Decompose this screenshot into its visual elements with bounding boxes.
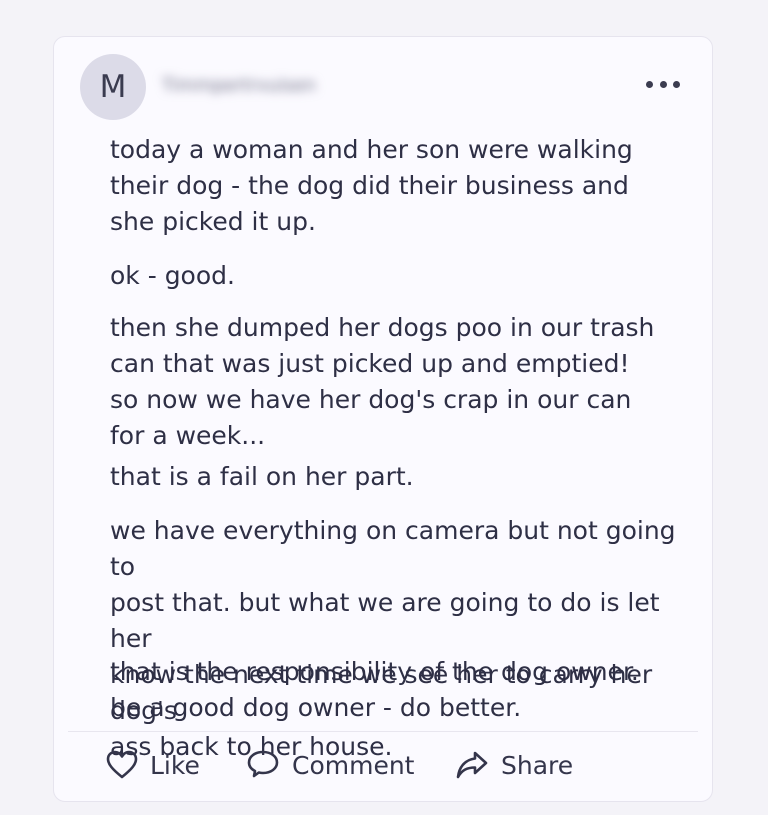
more-dot-icon	[673, 80, 680, 88]
heart-icon	[106, 750, 138, 779]
post-paragraph: that is a fail on her part.	[110, 462, 414, 491]
post-paragraph: that is the responsibility of the dog ow…	[110, 657, 639, 722]
actions-divider	[68, 731, 698, 732]
comment-label: Comment	[292, 750, 415, 780]
avatar-initial: M	[99, 69, 127, 105]
post-paragraph: ok - good.	[110, 261, 235, 290]
speech-bubble-icon	[247, 750, 279, 778]
share-button[interactable]: Share	[455, 745, 573, 785]
share-label: Share	[501, 750, 574, 780]
more-dot-icon	[646, 80, 653, 88]
like-label: Like	[150, 750, 200, 780]
comment-button[interactable]: Comment	[246, 745, 415, 785]
post-paragraph: then she dumped her dogs poo in our tras…	[110, 313, 655, 450]
avatar[interactable]: M	[80, 54, 146, 120]
post-paragraph: we have everything on camera but not goi…	[110, 516, 676, 761]
share-arrow-icon	[456, 751, 488, 779]
author-name[interactable]: Timmpertrvuisen	[162, 75, 316, 96]
like-button[interactable]: Like	[106, 745, 200, 785]
more-dot-icon	[659, 80, 667, 88]
post-paragraph: today a woman and her son were walking t…	[110, 135, 633, 236]
post-card: M Timmpertrvuisen today a woman and her …	[53, 36, 713, 802]
more-options-button[interactable]	[646, 75, 680, 93]
